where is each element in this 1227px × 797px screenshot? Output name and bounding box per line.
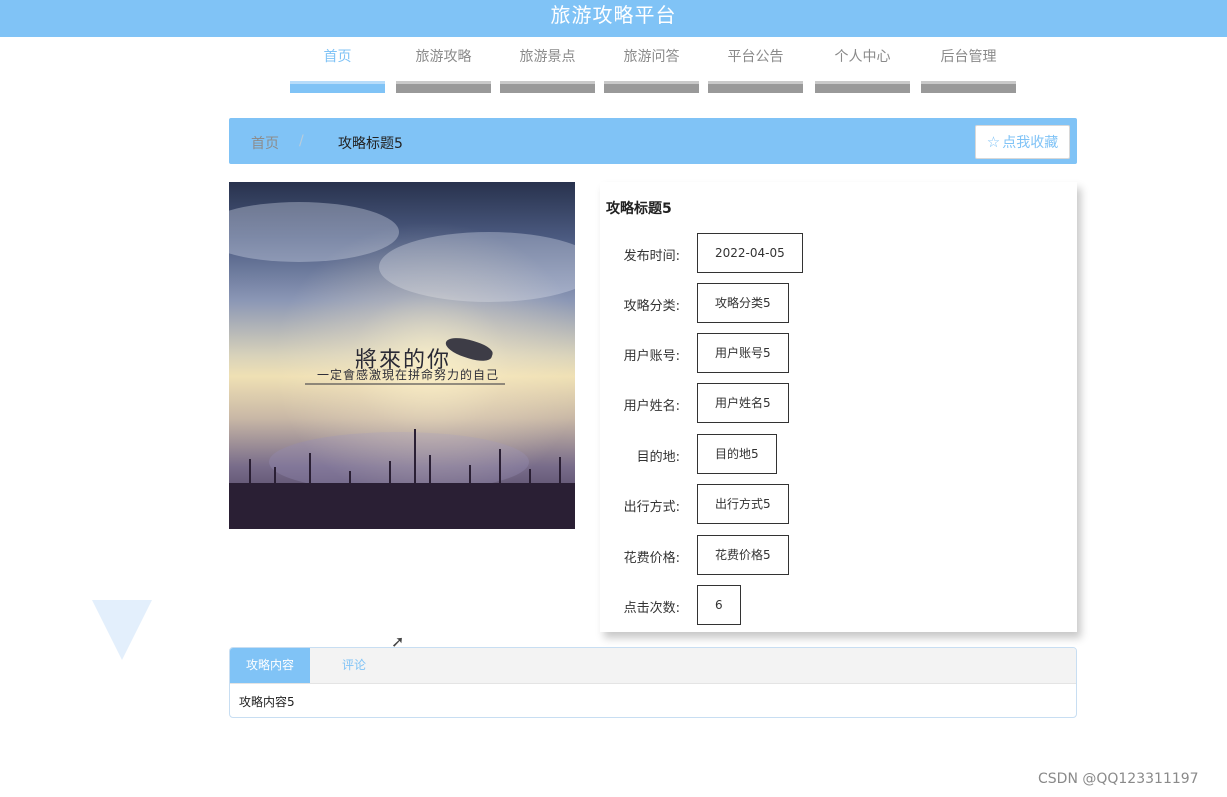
- field-value: 花费价格5: [697, 535, 789, 575]
- nav-item-label: 旅游景点: [519, 49, 576, 65]
- nav-item-guides[interactable]: 旅游攻略: [396, 48, 491, 93]
- decorative-triangle: [92, 600, 152, 660]
- favorite-button[interactable]: ☆ 点我收藏: [975, 125, 1070, 159]
- field-value: 出行方式5: [697, 484, 789, 524]
- guide-detail-card: 攻略标题5 发布时间: 2022-04-05 攻略分类: 攻略分类5 用户账号:…: [600, 182, 1077, 632]
- field-value: 用户姓名5: [697, 383, 789, 423]
- breadcrumb: 首页 / 攻略标题5 ☆ 点我收藏: [229, 118, 1077, 164]
- field-label: 用户账号:: [623, 349, 680, 364]
- field-label: 花费价格:: [623, 551, 680, 566]
- field-value: 6: [697, 585, 741, 625]
- nav-item-qa[interactable]: 旅游问答: [604, 48, 699, 93]
- nav-item-attractions[interactable]: 旅游景点: [500, 48, 595, 93]
- nav-underline: [921, 81, 1016, 93]
- nav-underline: [396, 81, 491, 93]
- star-icon: ☆: [986, 133, 1001, 151]
- field-value: 用户账号5: [697, 333, 789, 373]
- nav-underline: [708, 81, 803, 93]
- guide-title: 攻略标题5: [606, 201, 672, 217]
- nav-item-announcements[interactable]: 平台公告: [708, 48, 803, 93]
- nav-underline: [500, 81, 595, 93]
- nav-item-label: 旅游问答: [623, 49, 680, 65]
- image-caption-smallprint: [305, 383, 505, 385]
- site-title: 旅游攻略平台: [550, 3, 677, 27]
- nav-item-home[interactable]: 首页: [290, 48, 385, 93]
- image-caption-subtitle: 一定會感激現在拼命努力的自己: [317, 368, 500, 382]
- app-header: 旅游攻略平台: [0, 0, 1227, 37]
- nav-item-label: 首页: [323, 49, 352, 65]
- field-value: 2022-04-05: [697, 233, 803, 273]
- mouse-cursor-icon: ➚: [391, 632, 405, 651]
- field-label: 用户姓名:: [623, 399, 680, 414]
- nav-item-label: 后台管理: [940, 49, 997, 65]
- nav-item-label: 平台公告: [727, 49, 784, 65]
- tabs-header: 攻略内容 评论: [230, 648, 1076, 684]
- guide-cover-image: 將來的你 一定會感激現在拼命努力的自己: [229, 182, 575, 529]
- field-value: 目的地5: [697, 434, 777, 474]
- breadcrumb-home-link[interactable]: 首页: [251, 133, 279, 153]
- nav-underline: [290, 81, 385, 93]
- breadcrumb-current: 攻略标题5: [338, 136, 403, 152]
- tab-comments[interactable]: 评论: [314, 648, 394, 683]
- field-value: 攻略分类5: [697, 283, 789, 323]
- nav-underline: [815, 81, 910, 93]
- field-label: 发布时间:: [623, 249, 680, 264]
- nav-item-profile[interactable]: 个人中心: [815, 48, 910, 93]
- field-label: 出行方式:: [623, 500, 680, 515]
- field-label: 点击次数:: [623, 601, 680, 616]
- favorite-button-label: 点我收藏: [1002, 135, 1059, 151]
- nav-underline: [604, 81, 699, 93]
- watermark: CSDN @QQ123311197: [1038, 771, 1199, 787]
- content-tabs: 攻略内容 评论 攻略内容5: [229, 647, 1077, 718]
- tab-guide-content[interactable]: 攻略内容: [230, 648, 310, 683]
- field-label: 目的地:: [636, 450, 680, 465]
- main-nav: 首页 旅游攻略 旅游景点 旅游问答 平台公告 个人中心 后台管理: [0, 48, 1227, 94]
- field-label: 攻略分类:: [623, 299, 680, 314]
- nav-item-label: 旅游攻略: [415, 49, 472, 65]
- tab-content-text: 攻略内容5: [239, 695, 295, 709]
- nav-item-label: 个人中心: [834, 49, 891, 65]
- breadcrumb-separator: /: [299, 133, 304, 149]
- nav-item-admin[interactable]: 后台管理: [921, 48, 1016, 93]
